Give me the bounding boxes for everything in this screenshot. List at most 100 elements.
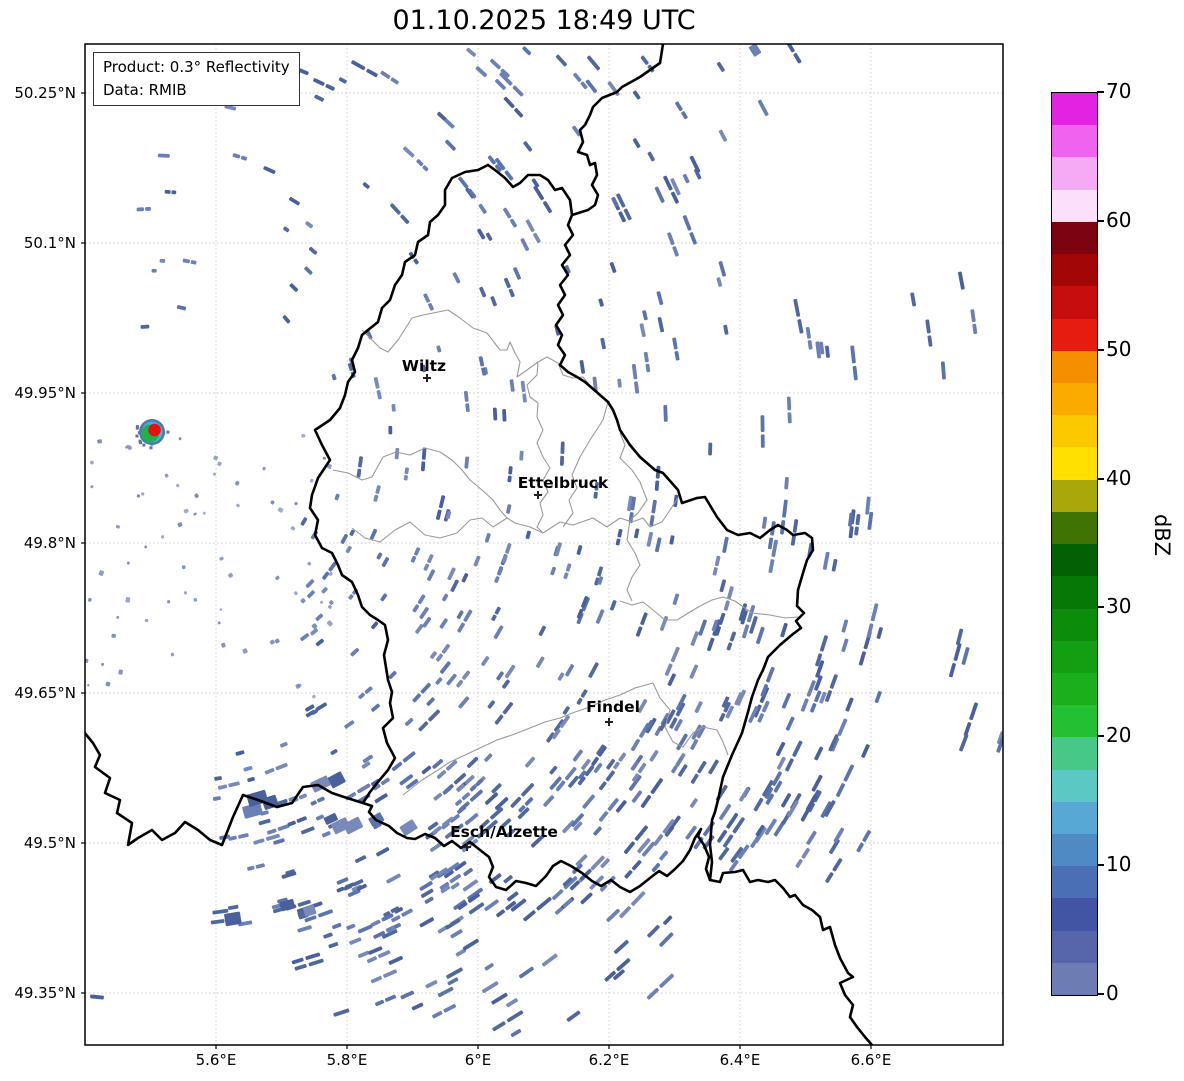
radar-echo (503, 277, 511, 289)
radar-echo (506, 504, 512, 514)
radar-echo (217, 621, 221, 625)
radar-echo (164, 473, 169, 478)
radar-echo (642, 310, 648, 321)
radar-echo (325, 84, 335, 91)
radar-echo (756, 626, 765, 645)
radar-echo (305, 221, 314, 229)
radar-echo (522, 46, 532, 56)
radar-echo (502, 409, 507, 422)
radar-echo (412, 693, 422, 703)
radar-echo (426, 697, 435, 706)
radar-echo (632, 90, 641, 100)
radar-echo (576, 545, 583, 555)
radar-echo (410, 555, 417, 563)
radar-echo (672, 246, 679, 257)
axis-ticks (81, 92, 872, 1049)
radar-echo (510, 1028, 522, 1038)
radar-echo (423, 293, 431, 303)
radar-echo (647, 151, 655, 162)
radar-echo (213, 455, 219, 461)
radar-echo (175, 483, 180, 488)
radar-echo (336, 877, 349, 885)
radar-echo (388, 670, 397, 680)
colorbar-segment (1052, 705, 1097, 738)
radar-echo (514, 108, 524, 118)
radar-echo (327, 605, 332, 609)
radar-echo (89, 460, 94, 465)
radar-echo (481, 656, 490, 666)
radar-figure: 01.10.2025 18:49 UTC Wiltz Ettelbruck Find… (0, 0, 1184, 1081)
radar-echo (370, 975, 383, 984)
radar-echo (637, 762, 647, 774)
radar-echo (418, 721, 429, 732)
radar-echo (845, 697, 854, 712)
radar-echo (416, 159, 424, 167)
radar-echo (219, 608, 223, 611)
radar-echo (768, 559, 775, 574)
radar-echo (399, 819, 418, 836)
radar-echo (780, 622, 788, 638)
radar-echo (273, 838, 285, 845)
radar-echo (423, 563, 430, 571)
radar-echo (366, 956, 377, 964)
radar-echo (374, 793, 388, 804)
radar-echo (729, 631, 737, 642)
radar-echo (450, 929, 463, 939)
radar-echo (305, 579, 315, 588)
radar-echo (811, 774, 823, 792)
radar-echo (927, 335, 933, 347)
radar-echo (793, 298, 801, 317)
radar-echo (428, 303, 434, 311)
radar-echo (781, 793, 792, 808)
radar-echo (597, 566, 604, 577)
radar-echo (782, 499, 788, 518)
radar-echo (450, 579, 459, 593)
radar-echo (308, 246, 318, 255)
radar-echo (167, 600, 171, 604)
radar-echo (856, 842, 864, 853)
colorbar-tick (1097, 219, 1104, 222)
colorbar-segment (1052, 318, 1097, 351)
radar-echo (697, 760, 707, 774)
city-label: Ettelbruck (518, 474, 609, 492)
colorbar-segment (1052, 640, 1097, 673)
radar-echo (422, 165, 429, 172)
radar-echo (274, 638, 280, 644)
radar-echo (391, 403, 396, 412)
radar-echo (301, 434, 306, 438)
radar-echo (386, 873, 401, 884)
radar-echo (384, 994, 397, 1002)
radar-echo (461, 573, 469, 583)
radar-echo (521, 783, 535, 797)
radar-echo (412, 604, 420, 613)
radar-echo (805, 326, 811, 339)
radar-echo (269, 639, 275, 645)
radar-echo (494, 714, 504, 725)
radar-echo (345, 545, 352, 554)
radar-echo (466, 47, 477, 57)
radar-echo (288, 196, 300, 206)
radar-echo (646, 531, 654, 547)
radar-echo (647, 924, 660, 938)
radar-echo (328, 600, 334, 605)
district-border-line (562, 401, 609, 528)
clutter-speck (149, 446, 153, 450)
radar-echo (462, 879, 479, 892)
radar-echo (193, 512, 197, 516)
radar-echo (255, 863, 265, 869)
radar-echo (910, 292, 917, 307)
radar-echo (98, 570, 105, 576)
radar-echo (424, 896, 434, 904)
radar-echo (164, 189, 171, 194)
radar-echo (136, 494, 141, 498)
colorbar-tick (1097, 477, 1104, 480)
radar-echo (290, 526, 296, 531)
radar-echo (506, 998, 518, 1008)
colorbar-segment (1052, 866, 1097, 899)
radar-echo (432, 1010, 443, 1019)
radar-echo (181, 565, 186, 570)
x-tick-label: 6.2°E (589, 1051, 630, 1069)
radar-echo (349, 937, 362, 945)
radar-echo (617, 378, 622, 388)
y-tick-label: 49.35°N (14, 984, 76, 1002)
